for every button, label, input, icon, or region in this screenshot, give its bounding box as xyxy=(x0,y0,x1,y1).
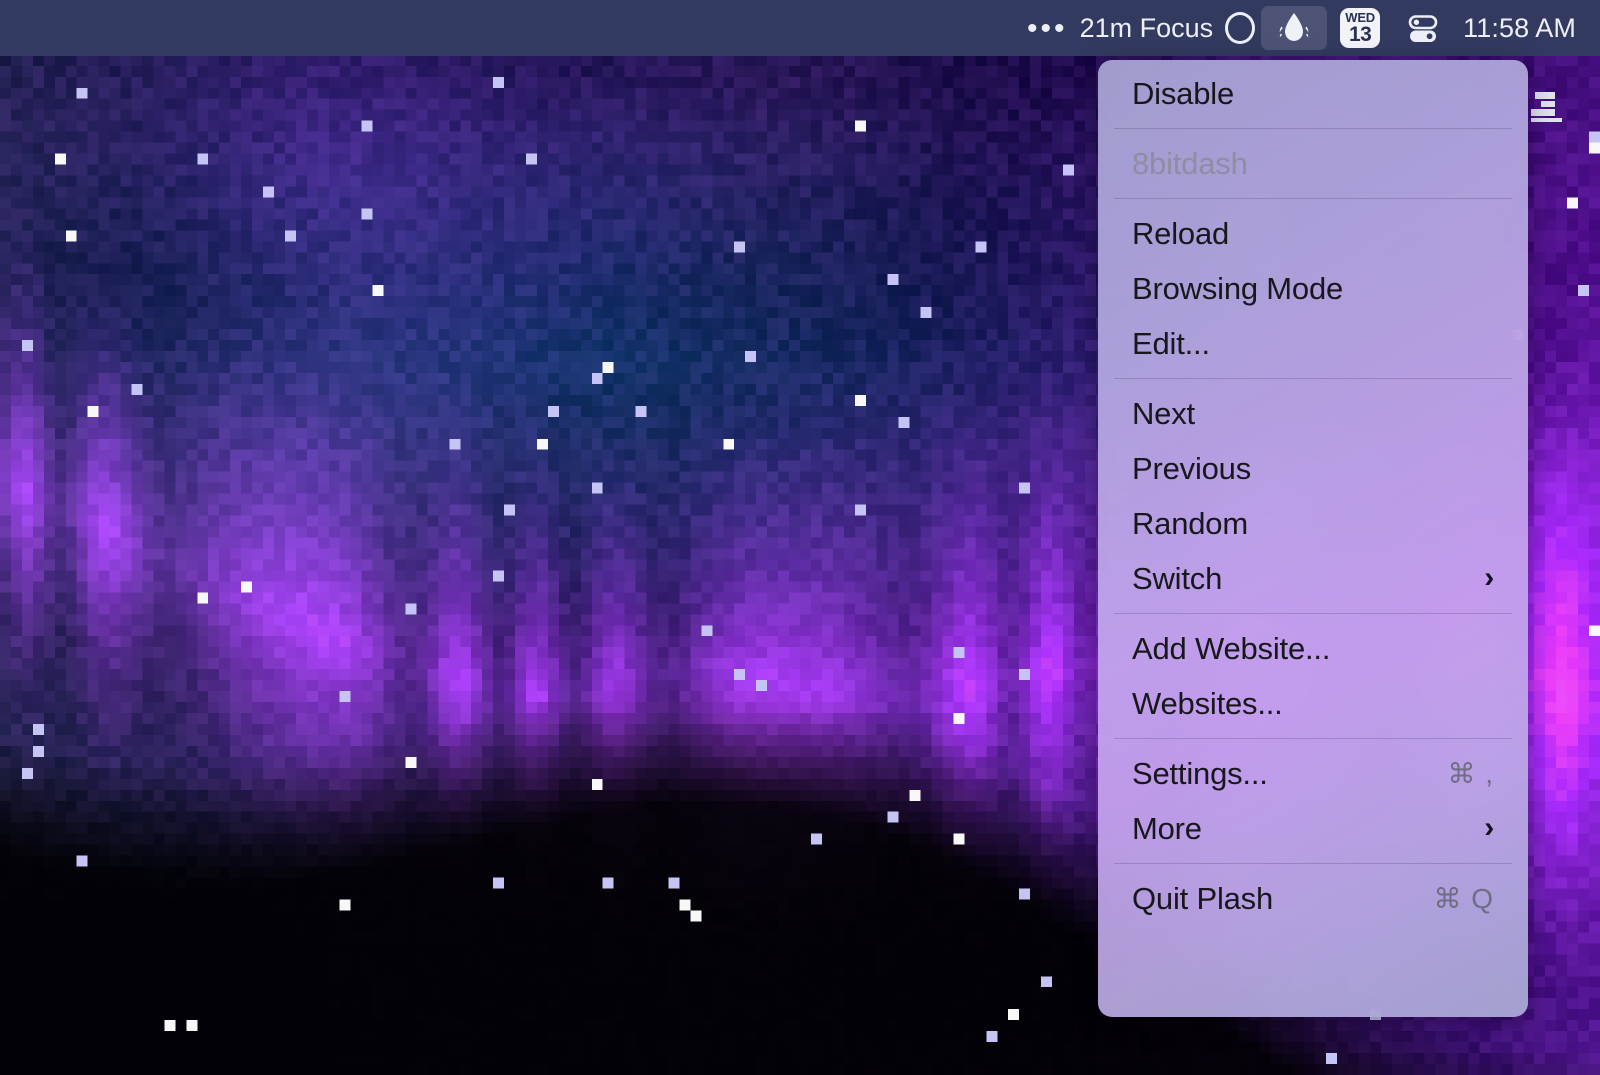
menu-item-label: More xyxy=(1132,810,1202,846)
menu-item-next[interactable]: Next xyxy=(1098,386,1528,441)
menu-item-switch[interactable]: Switch › xyxy=(1098,551,1528,606)
menu-item-label: 8bitdash xyxy=(1132,145,1248,181)
menu-item-label: Quit Plash xyxy=(1132,880,1274,916)
menu-item-label: Reload xyxy=(1132,215,1230,251)
plash-dropdown-menu: Disable 8bitdash Reload Browsing Mode Edit..… xyxy=(1098,60,1528,1017)
menu-item-disable[interactable]: Disable xyxy=(1098,66,1528,121)
wallpaper-glitch-artifact xyxy=(1531,92,1565,130)
menu-item-accessory: › xyxy=(1484,560,1494,594)
menu-item-8bitdash: 8bitdash xyxy=(1098,136,1528,191)
chevron-right-icon: › xyxy=(1484,560,1494,594)
water-droplet-icon xyxy=(1279,13,1309,41)
menu-separator xyxy=(1114,863,1512,864)
menu-item-label: Switch xyxy=(1132,560,1223,596)
menubar-clock[interactable]: 11:58 AM xyxy=(1457,6,1598,50)
macos-menu-bar: ••• 21m Focus WED 13 11:58 AM xyxy=(0,0,1600,56)
menu-separator xyxy=(1114,198,1512,199)
calendar-day-number: 13 xyxy=(1349,23,1372,46)
calendar-icon: WED 13 xyxy=(1340,8,1381,48)
menu-item-label: Random xyxy=(1132,505,1248,541)
menu-item-label: Next xyxy=(1132,395,1195,431)
menu-item-label: Edit... xyxy=(1132,325,1210,361)
menu-item-add-website[interactable]: Add Website... xyxy=(1098,621,1528,676)
menu-item-reload[interactable]: Reload xyxy=(1098,206,1528,261)
menu-item-label: Websites... xyxy=(1132,685,1283,721)
calendar-menubar-item[interactable]: WED 13 xyxy=(1331,6,1389,50)
focus-ring-icon xyxy=(1225,12,1256,44)
menu-item-label: Browsing Mode xyxy=(1132,270,1344,306)
menu-separator xyxy=(1114,613,1512,614)
menu-separator xyxy=(1114,738,1512,739)
menu-item-shortcut: ⌘ , xyxy=(1447,758,1494,789)
menu-item-websites[interactable]: Websites... xyxy=(1098,676,1528,731)
focus-status-label: 21m Focus xyxy=(1079,12,1214,43)
menu-item-quit-plash[interactable]: Quit Plash ⌘ Q xyxy=(1098,871,1528,926)
menu-item-label: Previous xyxy=(1132,450,1252,486)
plash-menubar-icon[interactable] xyxy=(1261,6,1328,50)
menu-item-accessory: › xyxy=(1484,810,1494,844)
focus-status-item[interactable]: 21m Focus xyxy=(1080,12,1260,44)
menu-item-label: Settings... xyxy=(1132,755,1268,791)
menu-item-label: Disable xyxy=(1132,75,1234,111)
menu-item-accessory: ⌘ Q xyxy=(1433,882,1494,915)
menu-item-more[interactable]: More › xyxy=(1098,801,1528,856)
menu-item-shortcut: ⌘ Q xyxy=(1433,883,1494,914)
menu-item-settings[interactable]: Settings... ⌘ , xyxy=(1098,746,1528,801)
menu-item-edit[interactable]: Edit... xyxy=(1098,316,1528,371)
menu-separator xyxy=(1114,378,1512,379)
menu-separator xyxy=(1114,128,1512,129)
control-center-icon xyxy=(1408,15,1438,42)
menu-item-random[interactable]: Random xyxy=(1098,496,1528,551)
overflow-ellipsis-icon[interactable]: ••• xyxy=(1017,6,1078,50)
menu-item-previous[interactable]: Previous xyxy=(1098,441,1528,496)
control-center-menubar-item[interactable] xyxy=(1393,6,1453,50)
menu-item-browsing-mode[interactable]: Browsing Mode xyxy=(1098,261,1528,316)
chevron-right-icon: › xyxy=(1484,810,1494,844)
menu-item-label: Add Website... xyxy=(1132,630,1331,666)
menu-item-accessory: ⌘ , xyxy=(1447,757,1494,790)
